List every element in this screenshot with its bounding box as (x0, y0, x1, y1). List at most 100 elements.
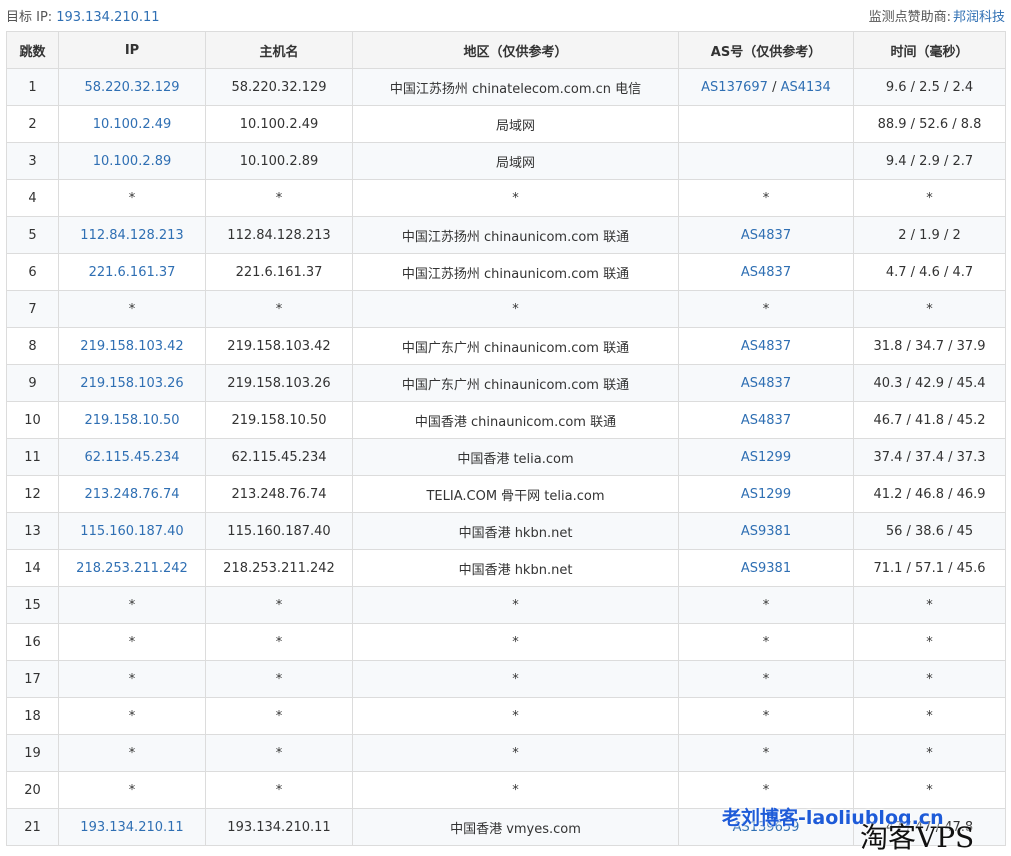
table-cell-hostname: 115.160.187.40 (205, 512, 353, 550)
region: 中国广东广州 chinaunicom.com 联通 (401, 377, 630, 393)
hop-number: 7 (28, 301, 37, 317)
region: 中国香港 hkbn.net (458, 562, 573, 578)
table-cell-hop-number: 15 (6, 586, 59, 624)
hop-number: 4 (28, 190, 37, 206)
hop-number: 14 (24, 560, 41, 576)
sponsor-info: 监测点赞助商: 邦润科技 (869, 6, 1005, 25)
ip-link[interactable]: 112.84.128.213 (80, 228, 183, 243)
top-bar: 目标 IP: 193.134.210.11 监测点赞助商: 邦润科技 (0, 0, 1011, 30)
hop-number: 17 (24, 671, 41, 687)
table-cell-ip-link: * (58, 586, 206, 624)
ip-link[interactable]: 218.253.211.242 (76, 561, 188, 576)
as-number-link: * (762, 190, 770, 206)
ip-link[interactable]: 10.100.2.89 (93, 154, 172, 169)
hop-number: 1 (28, 79, 37, 95)
table-row: 6 221.6.161.37 221.6.161.37 中国江苏扬州 chinauni… (6, 253, 1006, 291)
table-cell-hostname: * (205, 179, 353, 217)
table-cell-region: TELIA.COM 骨干网 telia.com (352, 475, 679, 513)
as-number-link: * (762, 708, 770, 724)
table-cell-hop-number: 18 (6, 697, 59, 735)
table-cell-hostname: 213.248.76.74 (205, 475, 353, 513)
region: * (512, 671, 519, 687)
table-cell-latency: 31.8 / 34.7 / 37.9 (853, 327, 1006, 365)
table-cell-latency: * (853, 623, 1006, 661)
hostname: * (275, 671, 283, 687)
traceroute-table: 跳数 IP 主机名 地区（仅供参考） AS号（仅供参考） 时间（毫秒） 1 58.… (6, 31, 1006, 846)
hostname: * (275, 745, 283, 761)
region: * (512, 634, 519, 650)
hop-number: 3 (28, 153, 37, 169)
table-cell-region: * (352, 623, 679, 661)
table-cell-hop-number: 5 (6, 216, 59, 254)
table-cell-hop-number: 12 (6, 475, 59, 513)
ip-link[interactable]: 58.220.32.129 (84, 80, 179, 95)
as-number-link[interactable]: AS4837 (741, 376, 791, 391)
table-cell-hop-number: 13 (6, 512, 59, 550)
sponsor-link[interactable]: 邦润科技 (953, 10, 1005, 25)
table-cell-as-number (678, 142, 854, 180)
table-cell-as-number: AS9381 (678, 512, 854, 550)
table-cell-hop-number: 4 (6, 179, 59, 217)
ip-link[interactable]: 221.6.161.37 (89, 265, 176, 280)
region: * (512, 782, 519, 798)
as-number-link[interactable]: AS137697 (701, 80, 768, 95)
as-number-link[interactable]: AS4837 (741, 413, 791, 428)
table-cell-ip-link: * (58, 179, 206, 217)
vps-watermark: 淘客VPS (860, 821, 975, 854)
region: 中国香港 hkbn.net (458, 525, 573, 541)
hop-number: 6 (28, 264, 37, 280)
ip-link[interactable]: 213.248.76.74 (84, 487, 179, 502)
table-cell-ip-link: * (58, 734, 206, 772)
as-number-link[interactable]: AS1299 (741, 487, 791, 502)
as-number-link[interactable]: AS1299 (741, 450, 791, 465)
table-cell-hop-number: 6 (6, 253, 59, 291)
as-number-link: * (762, 671, 770, 687)
table-cell-ip-link: 219.158.103.26 (58, 364, 206, 402)
table-cell-region: 局域网 (352, 105, 679, 143)
table-cell-region: 中国香港 hkbn.net (352, 549, 679, 587)
as-number-link[interactable]: AS4837 (741, 228, 791, 243)
ip-link[interactable]: 10.100.2.49 (93, 117, 172, 132)
table-cell-ip-link: 193.134.210.11 (58, 808, 206, 846)
column-header-hostname: 主机名 (205, 31, 353, 69)
table-cell-hop-number: 16 (6, 623, 59, 661)
as-number-link[interactable]: AS9381 (741, 561, 791, 576)
table-cell-as-number: * (678, 697, 854, 735)
ip-link[interactable]: 219.158.103.42 (80, 339, 183, 354)
region: * (512, 190, 519, 206)
hop-number: 13 (24, 523, 41, 539)
hostname: 221.6.161.37 (235, 264, 323, 280)
as-number-link[interactable]: AS4134 (781, 80, 831, 95)
table-cell-as-number: AS1299 (678, 438, 854, 476)
ip-link[interactable]: 193.134.210.11 (80, 820, 183, 835)
table-cell-hop-number: 1 (6, 68, 59, 106)
hop-number: 5 (28, 227, 37, 243)
ip-link[interactable]: 115.160.187.40 (80, 524, 183, 539)
table-cell-as-number: * (678, 623, 854, 661)
table-cell-ip-link: 213.248.76.74 (58, 475, 206, 513)
region: * (512, 301, 519, 317)
as-number-link[interactable]: AS4837 (741, 339, 791, 354)
region: * (512, 708, 519, 724)
table-cell-hostname: 193.134.210.11 (205, 808, 353, 846)
as-number-link[interactable]: AS4837 (741, 265, 791, 280)
table-cell-latency: 9.6 / 2.5 / 2.4 (853, 68, 1006, 106)
target-ip-link[interactable]: 193.134.210.11 (56, 10, 159, 25)
ip-link[interactable]: 62.115.45.234 (84, 450, 179, 465)
table-cell-hop-number: 21 (6, 808, 59, 846)
hop-number: 9 (28, 375, 37, 391)
as-number-link[interactable]: AS9381 (741, 524, 791, 539)
table-cell-region: 中国江苏扬州 chinaunicom.com 联通 (352, 253, 679, 291)
table-cell-hop-number: 10 (6, 401, 59, 439)
column-header-region: 地区（仅供参考） (352, 31, 679, 69)
ip-link[interactable]: 219.158.10.50 (84, 413, 179, 428)
table-cell-latency: * (853, 660, 1006, 698)
ip-link[interactable]: 219.158.103.26 (80, 376, 183, 391)
hostname: * (275, 634, 283, 650)
table-cell-ip-link: 219.158.103.42 (58, 327, 206, 365)
table-cell-as-number: AS4837 (678, 401, 854, 439)
hostname: * (275, 190, 283, 206)
table-cell-latency: 37.4 / 37.4 / 37.3 (853, 438, 1006, 476)
table-cell-ip-link: 62.115.45.234 (58, 438, 206, 476)
latency: * (926, 671, 933, 687)
